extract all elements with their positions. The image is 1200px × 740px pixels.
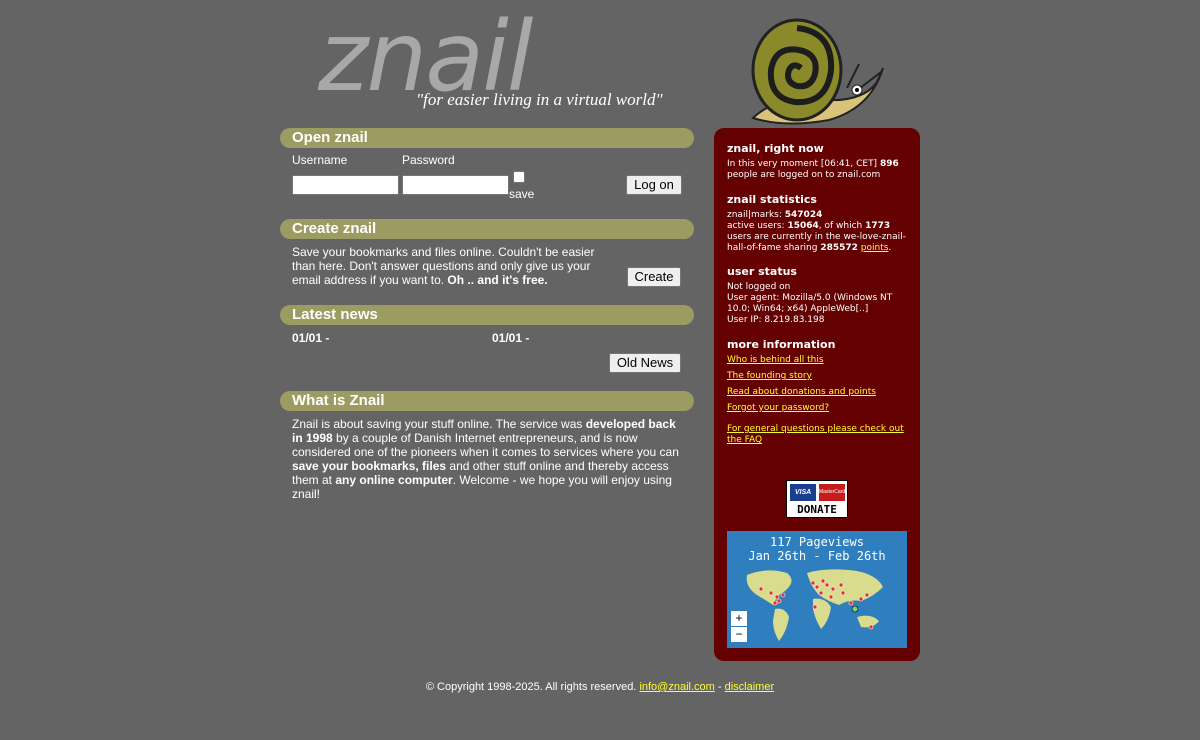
zoom-in-button[interactable]: + — [731, 611, 747, 626]
visa-logo: VISA — [790, 484, 816, 501]
footer-separator: - — [714, 681, 725, 693]
open-znail-heading: Open znail — [280, 128, 694, 148]
username-input[interactable] — [292, 175, 399, 195]
snail-mascot — [751, 18, 884, 125]
pageviews-map[interactable]: 117 Pageviews Jan 26th - Feb 26th + − — [727, 531, 907, 648]
old-news-button[interactable]: Old News — [609, 353, 681, 373]
statistics-heading: znail statistics — [727, 193, 817, 206]
right-now-heading: znail, right now — [727, 142, 824, 155]
founding-story-link[interactable]: The founding story — [727, 371, 812, 381]
who-is-behind-link[interactable]: Who is behind all this — [727, 355, 824, 365]
statistics-text: znail|marks: 547024 active users: 15064, … — [727, 210, 906, 253]
donations-link[interactable]: Read about donations and points — [727, 387, 876, 397]
mastercard-logo: MasterCard — [819, 484, 845, 501]
create-description: Save your bookmarks and files online. Co… — [292, 245, 595, 287]
faq-link[interactable]: For general questions please check out t… — [727, 424, 907, 446]
donate-button[interactable]: VISA MasterCard DONATE — [786, 480, 848, 518]
news-item: 01/01 - — [292, 331, 330, 345]
create-znail-heading: Create znail — [280, 219, 694, 239]
username-label: Username — [292, 153, 348, 167]
save-label: save — [509, 187, 535, 201]
user-status-heading: user status — [727, 265, 797, 278]
more-information-heading: more information — [727, 338, 836, 351]
password-input[interactable] — [402, 175, 509, 195]
footer: © Copyright 1998-2025. All rights reserv… — [0, 681, 1200, 693]
email-link[interactable]: info@znail.com — [639, 681, 714, 693]
user-status-text: Not logged on User agent: Mozilla/5.0 (Wi… — [727, 282, 893, 325]
log-on-button[interactable]: Log on — [626, 175, 682, 195]
disclaimer-link[interactable]: disclaimer — [725, 681, 775, 693]
points-link[interactable]: points — [861, 243, 889, 253]
tagline: "for easier living in a virtual world" — [416, 90, 663, 109]
zoom-out-button[interactable]: − — [731, 627, 747, 642]
forgot-password-link[interactable]: Forgot your password? — [727, 403, 829, 413]
pageviews-date-range: Jan 26th - Feb 26th — [748, 549, 886, 563]
latest-news-heading: Latest news — [280, 305, 694, 325]
online-count-text: In this very moment [06:41, CET] 896 peo… — [727, 159, 899, 180]
about-text: Znail is about saving your stuff online.… — [292, 417, 679, 501]
what-is-znail-heading: What is Znail — [280, 391, 694, 411]
news-item: 01/01 - — [492, 331, 530, 345]
pageviews-count: 117 Pageviews — [770, 535, 864, 549]
password-label: Password — [402, 153, 455, 167]
world-map-icon — [746, 569, 883, 641]
save-checkbox[interactable] — [513, 171, 525, 183]
create-button[interactable]: Create — [627, 267, 681, 287]
copyright-text: © Copyright 1998-2025. All rights reserv… — [425, 681, 640, 693]
donate-label: DONATE — [797, 503, 837, 516]
